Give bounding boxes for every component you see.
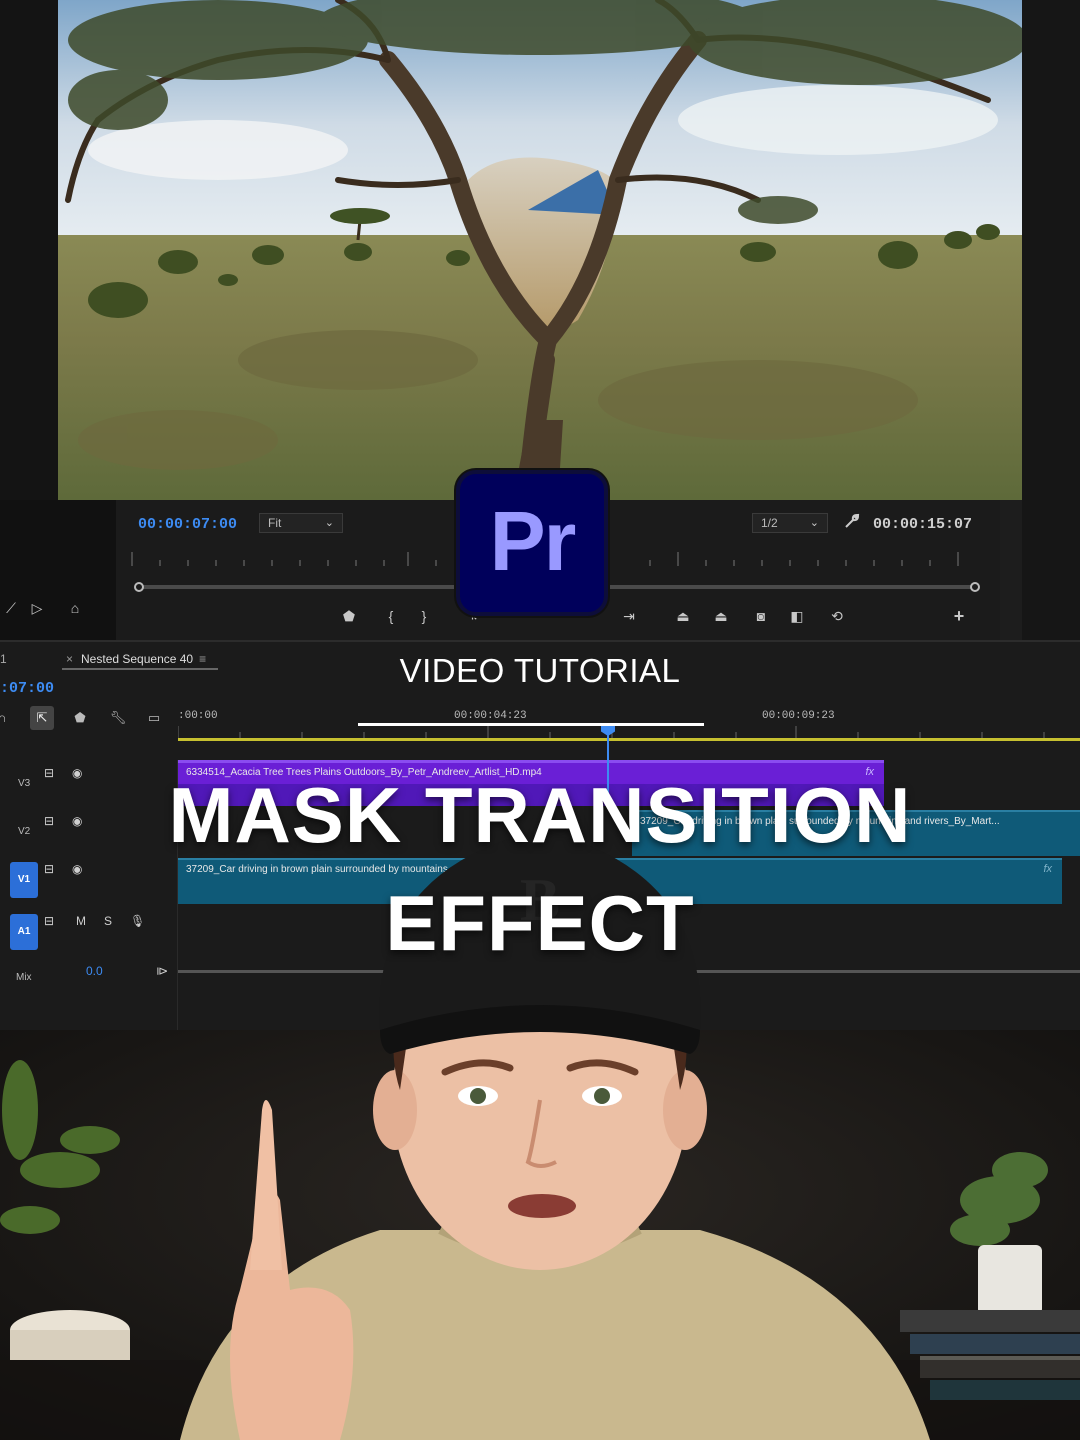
extract-icon[interactable]: ⏏ — [710, 606, 732, 626]
chevron-down-icon: ⌄ — [809, 517, 819, 529]
chevron-down-icon: ⌄ — [324, 517, 334, 529]
title-line-1: MASK TRANSITION — [168, 771, 912, 859]
captions-icon[interactable]: ▭ — [142, 706, 166, 730]
add-button-icon[interactable]: + — [948, 606, 970, 626]
subtitle-underline — [358, 723, 704, 726]
logo-text: Pr — [489, 493, 577, 588]
out-point-handle[interactable] — [970, 582, 980, 592]
add-marker-icon[interactable]: ⬟ — [68, 706, 92, 730]
fx-badge: fx — [1043, 863, 1052, 875]
wrench-icon[interactable]: 🔧︎ — [106, 706, 130, 730]
mark-out-icon[interactable]: } — [413, 606, 435, 626]
snap-icon[interactable]: ⇱ — [30, 706, 54, 730]
subtitle-video-tutorial: VIDEO TUTORIAL — [399, 652, 681, 689]
comparison-view-icon[interactable]: ◧ — [786, 606, 808, 626]
in-point-handle[interactable] — [134, 582, 144, 592]
export-icon[interactable]: ⌂ — [64, 598, 86, 618]
sync-lock-icon[interactable]: ⊟ — [44, 862, 54, 876]
playhead-timecode[interactable]: 00:00:07:00 — [138, 516, 237, 533]
proxy-toggle-icon[interactable]: ⟲ — [826, 606, 848, 626]
duration-timecode: 00:00:15:07 — [873, 516, 973, 533]
video-preview — [58, 0, 1022, 500]
wrench-icon[interactable] — [843, 512, 863, 532]
right-panel-edge — [1022, 0, 1080, 640]
camera-icon[interactable]: ◙ — [750, 606, 772, 626]
lift-icon[interactable]: ⏏ — [672, 606, 694, 626]
title-line-2: EFFECT — [385, 879, 695, 967]
playback-resolution-value: 1/2 — [761, 516, 778, 530]
work-area-bar[interactable] — [178, 738, 1080, 741]
timeline-tools: ∩ ⇱ ⬟ 🔧︎ ▭ — [0, 706, 178, 730]
insert-nested-icon[interactable]: ∩ — [0, 706, 14, 730]
overwrite-icon[interactable]: ▷ — [26, 598, 48, 618]
acacia-tree-scene — [58, 0, 1022, 500]
go-to-out-icon[interactable]: ⇥ — [618, 606, 640, 626]
mark-in-icon[interactable]: { — [380, 606, 402, 626]
eye-icon[interactable]: ◉ — [72, 862, 82, 876]
track-label: Mix — [16, 972, 32, 983]
mix-track-line — [178, 970, 1080, 973]
left-panel-controls: ⟋ ▷ ⌂ — [0, 500, 116, 640]
zoom-level-select[interactable]: Fit ⌄ — [259, 513, 343, 533]
clip-name: 37209_Car driving in brown plain surroun… — [186, 864, 618, 875]
add-marker-icon[interactable]: ⬟ — [338, 606, 360, 626]
zoom-level-value: Fit — [268, 516, 282, 530]
playback-resolution-select[interactable]: 1/2 ⌄ — [752, 513, 828, 533]
presenter-background — [0, 1030, 1080, 1440]
premiere-pro-logo: Pr — [456, 470, 608, 616]
lift-icon[interactable]: ⟋ — [0, 598, 22, 618]
